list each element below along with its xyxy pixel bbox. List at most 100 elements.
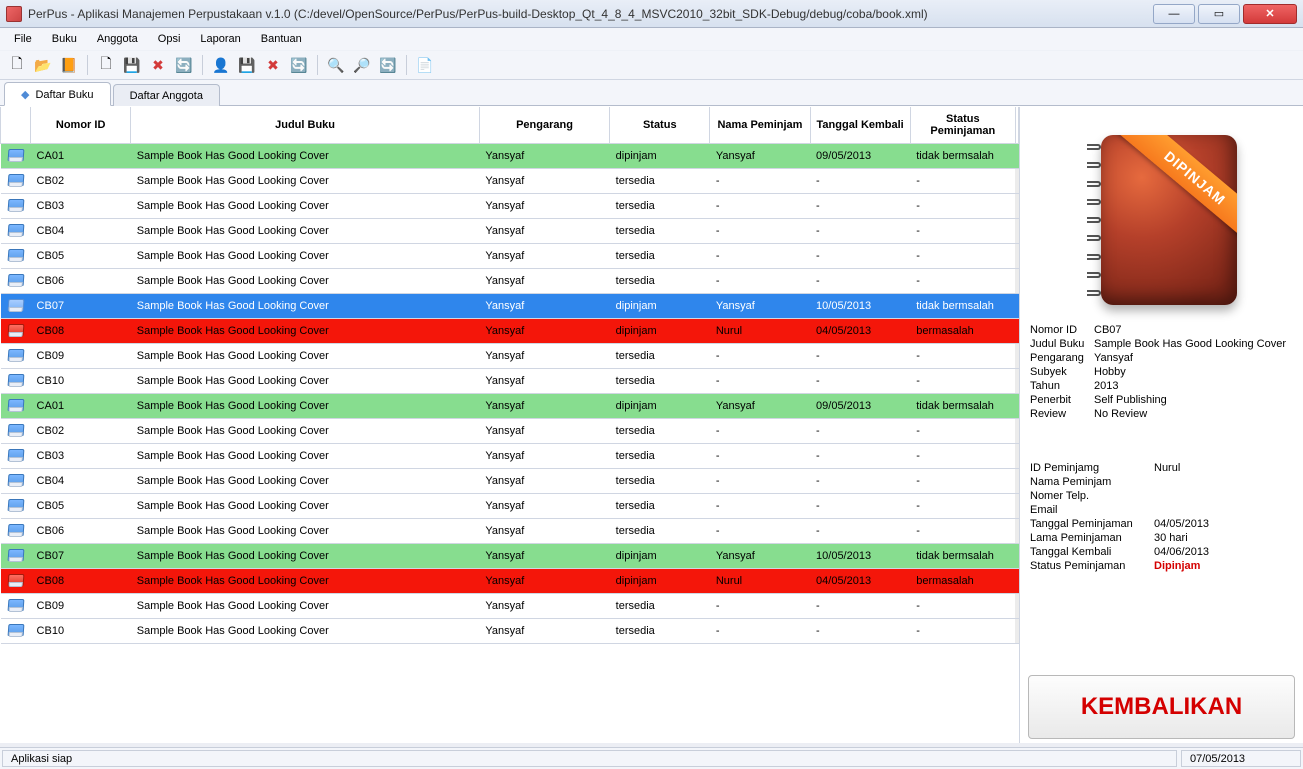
- cell-borrower: Yansyaf: [710, 294, 810, 319]
- cell-author: Yansyaf: [479, 469, 609, 494]
- cell-return: 10/05/2013: [810, 294, 910, 319]
- col-nomor-id[interactable]: Nomor ID: [31, 107, 131, 144]
- cell-borrower: -: [710, 444, 810, 469]
- open-folder-icon[interactable]: 📂: [32, 54, 54, 76]
- zoom-reset-icon[interactable]: 🔄: [377, 54, 399, 76]
- maximize-button[interactable]: ▭: [1198, 4, 1240, 24]
- book-list-icon: ◆: [21, 88, 29, 101]
- menu-anggota[interactable]: Anggota: [87, 30, 148, 48]
- cell-spacer: [1015, 269, 1018, 294]
- delete-member-icon[interactable]: ✖: [262, 54, 284, 76]
- col-tgl-kembali[interactable]: Tanggal Kembali: [810, 107, 910, 144]
- table-row[interactable]: CB08Sample Book Has Good Looking CoverYa…: [1, 569, 1019, 594]
- lbl-nomor-id: Nomor ID: [1030, 324, 1090, 336]
- table-row[interactable]: CB09Sample Book Has Good Looking CoverYa…: [1, 344, 1019, 369]
- table-row[interactable]: CA01Sample Book Has Good Looking CoverYa…: [1, 394, 1019, 419]
- cell-title: Sample Book Has Good Looking Cover: [131, 594, 480, 619]
- cell-borrower: -: [710, 519, 810, 544]
- menu-buku[interactable]: Buku: [42, 30, 87, 48]
- table-row[interactable]: CB10Sample Book Has Good Looking CoverYa…: [1, 369, 1019, 394]
- tab-daftar-anggota[interactable]: Daftar Anggota: [113, 84, 220, 106]
- col-icon[interactable]: [1, 107, 31, 144]
- col-status[interactable]: Status: [610, 107, 710, 144]
- cell-status: dipinjam: [610, 544, 710, 569]
- cell-status: tersedia: [610, 619, 710, 644]
- cell-return: -: [810, 219, 910, 244]
- delete-book-icon[interactable]: ✖: [147, 54, 169, 76]
- book-cover-wrap: DIPINJAM: [1026, 107, 1297, 315]
- new-book-icon[interactable]: 🗋: [95, 54, 117, 76]
- zoom-in-icon[interactable]: 🔍: [325, 54, 347, 76]
- cell-status: dipinjam: [610, 569, 710, 594]
- return-button-label: KEMBALIKAN: [1081, 693, 1242, 721]
- table-row[interactable]: CB06Sample Book Has Good Looking CoverYa…: [1, 269, 1019, 294]
- menu-laporan[interactable]: Laporan: [190, 30, 250, 48]
- cell-return: 10/05/2013: [810, 544, 910, 569]
- lbl-lama-pinjam: Lama Peminjaman: [1030, 532, 1150, 544]
- cell-return: 09/05/2013: [810, 144, 910, 169]
- book-row-icon: [1, 294, 31, 319]
- minimize-button[interactable]: —: [1153, 4, 1195, 24]
- return-button[interactable]: KEMBALIKAN: [1028, 675, 1295, 739]
- cell-title: Sample Book Has Good Looking Cover: [131, 444, 480, 469]
- val-tgl-pinjam: 04/05/2013: [1154, 518, 1293, 530]
- member-icon[interactable]: 👤: [210, 54, 232, 76]
- lbl-email: Email: [1030, 504, 1150, 516]
- book-detail-pane: DIPINJAM Nomor IDCB07 Judul BukuSample B…: [1020, 107, 1303, 743]
- table-row[interactable]: CB10Sample Book Has Good Looking CoverYa…: [1, 619, 1019, 644]
- cell-return: -: [810, 269, 910, 294]
- export-icon[interactable]: 📄: [414, 54, 436, 76]
- table-row[interactable]: CB05Sample Book Has Good Looking CoverYa…: [1, 494, 1019, 519]
- refresh-books-icon[interactable]: 🔄: [173, 54, 195, 76]
- table-row[interactable]: CA01Sample Book Has Good Looking CoverYa…: [1, 144, 1019, 169]
- lbl-tgl-pinjam: Tanggal Peminjaman: [1030, 518, 1150, 530]
- book-row-icon: [1, 394, 31, 419]
- tab-daftar-buku[interactable]: ◆ Daftar Buku: [4, 82, 111, 106]
- table-row[interactable]: CB02Sample Book Has Good Looking CoverYa…: [1, 169, 1019, 194]
- cell-title: Sample Book Has Good Looking Cover: [131, 494, 480, 519]
- cell-status: tersedia: [610, 344, 710, 369]
- cell-author: Yansyaf: [479, 244, 609, 269]
- val-pengarang: Yansyaf: [1094, 352, 1293, 364]
- lbl-status-pinjam: Status Peminjaman: [1030, 560, 1150, 572]
- cell-status: dipinjam: [610, 144, 710, 169]
- save-book-icon[interactable]: 💾: [121, 54, 143, 76]
- refresh-members-icon[interactable]: 🔄: [288, 54, 310, 76]
- col-peminjam[interactable]: Nama Peminjam: [710, 107, 810, 144]
- table-row[interactable]: CB04Sample Book Has Good Looking CoverYa…: [1, 469, 1019, 494]
- book-table-pane: Nomor ID Judul Buku Pengarang Status Nam…: [0, 107, 1020, 743]
- table-row[interactable]: CB09Sample Book Has Good Looking CoverYa…: [1, 594, 1019, 619]
- table-row[interactable]: CB03Sample Book Has Good Looking CoverYa…: [1, 194, 1019, 219]
- cell-loan-status: tidak bermsalah: [910, 144, 1015, 169]
- col-status-peminjaman[interactable]: Status Peminjaman: [910, 107, 1015, 144]
- cell-author: Yansyaf: [479, 269, 609, 294]
- menu-opsi[interactable]: Opsi: [148, 30, 191, 48]
- book-row-icon: [1, 469, 31, 494]
- cell-status: tersedia: [610, 594, 710, 619]
- col-judul[interactable]: Judul Buku: [131, 107, 480, 144]
- table-row[interactable]: CB07Sample Book Has Good Looking CoverYa…: [1, 544, 1019, 569]
- cell-loan-status: -: [910, 344, 1015, 369]
- statusbar: Aplikasi siap 07/05/2013: [0, 747, 1303, 769]
- zoom-out-icon[interactable]: 🔎: [351, 54, 373, 76]
- cell-spacer: [1015, 319, 1018, 344]
- cell-title: Sample Book Has Good Looking Cover: [131, 194, 480, 219]
- cell-spacer: [1015, 544, 1018, 569]
- table-row[interactable]: CB02Sample Book Has Good Looking CoverYa…: [1, 419, 1019, 444]
- table-row[interactable]: CB04Sample Book Has Good Looking CoverYa…: [1, 219, 1019, 244]
- table-row[interactable]: CB03Sample Book Has Good Looking CoverYa…: [1, 444, 1019, 469]
- close-button[interactable]: ✕: [1243, 4, 1297, 24]
- col-pengarang[interactable]: Pengarang: [479, 107, 609, 144]
- book-settings-icon[interactable]: 📙: [58, 54, 80, 76]
- lbl-id-peminjam: ID Peminjamg: [1030, 462, 1150, 474]
- new-file-icon[interactable]: 🗋: [6, 54, 28, 76]
- table-row[interactable]: CB05Sample Book Has Good Looking CoverYa…: [1, 244, 1019, 269]
- save-member-icon[interactable]: 💾: [236, 54, 258, 76]
- cell-title: Sample Book Has Good Looking Cover: [131, 344, 480, 369]
- table-row[interactable]: CB08Sample Book Has Good Looking CoverYa…: [1, 319, 1019, 344]
- menu-file[interactable]: File: [4, 30, 42, 48]
- menu-bantuan[interactable]: Bantuan: [251, 30, 312, 48]
- cell-borrower: Nurul: [710, 569, 810, 594]
- table-row[interactable]: CB06Sample Book Has Good Looking CoverYa…: [1, 519, 1019, 544]
- table-row[interactable]: CB07Sample Book Has Good Looking CoverYa…: [1, 294, 1019, 319]
